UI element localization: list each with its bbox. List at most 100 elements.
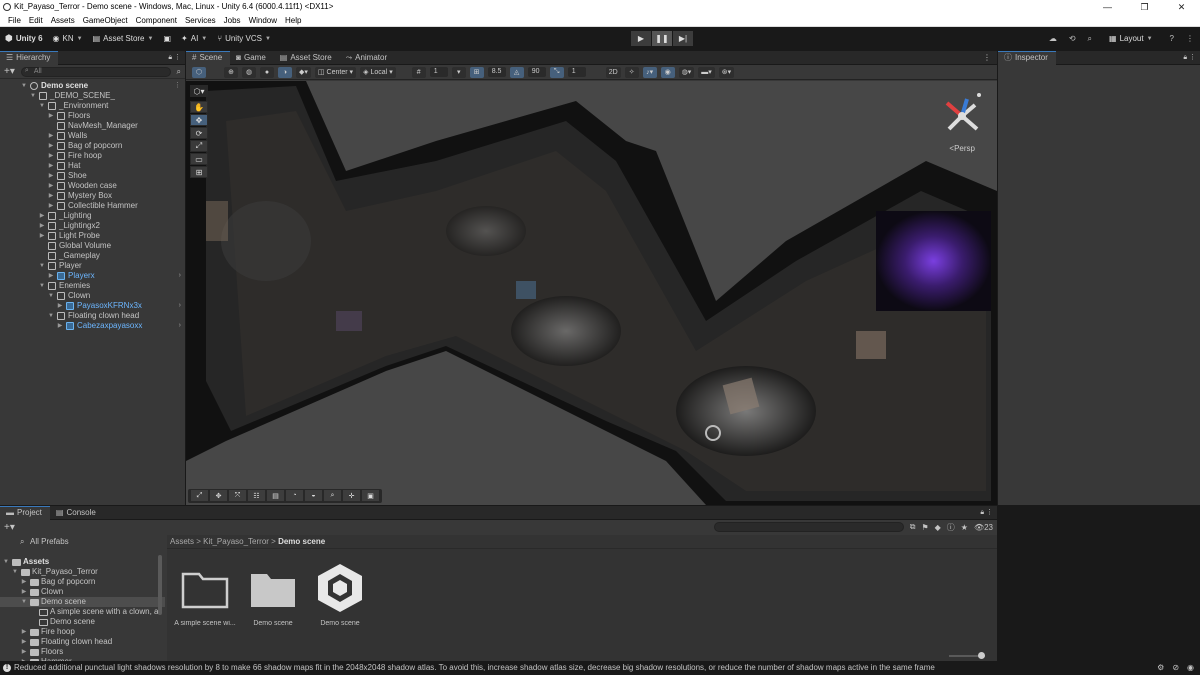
shading-wire-icon[interactable]: ◍ [242,66,256,78]
hierarchy-row[interactable]: ▶ Bag of popcorn [0,141,185,151]
asset-store-dropdown[interactable]: ▤ Asset Store ▼ [88,31,159,46]
account-dropdown[interactable]: ◉ KN ▼ [48,31,88,46]
hierarchy-row[interactable]: ▶ Hat [0,161,185,171]
hierarchy-row[interactable]: ▶ Collectible Hammer [0,201,185,211]
menu-assets[interactable]: Assets [47,14,79,26]
breadcrumb-current[interactable]: Demo scene [278,537,325,546]
tab-game[interactable]: ◙ Game [230,51,274,65]
step-button[interactable]: ▶| [673,31,693,46]
hierarchy-row[interactable]: Global Volume [0,241,185,251]
play-button[interactable]: ▶ [631,31,651,46]
chevron-right-icon[interactable]: ▶ [47,141,55,151]
scene-tool-cube-icon[interactable]: ⬡ [192,66,206,78]
hierarchy-search-input[interactable]: All [20,66,171,77]
shading-lit-icon[interactable]: ◑ [278,66,292,78]
grid-dropdown-icon[interactable]: ▾ [451,66,466,78]
unity-version-button[interactable]: ⬢ Unity 6 [0,31,48,46]
chevron-right-icon[interactable]: ▶ [20,577,28,587]
chevron-down-icon[interactable]: ▼ [38,261,46,271]
overlay-tool-4-icon[interactable]: ☷ [248,490,265,501]
vcs-dropdown[interactable]: ⑂ Unity VCS ▼ [212,31,276,46]
hierarchy-row[interactable]: ▶ Walls [0,131,185,141]
menu-jobs[interactable]: Jobs [220,14,245,26]
project-tree-row[interactable]: ▶ Clown [0,587,165,597]
search-icon[interactable]: ⌕ [1088,34,1092,44]
rotate-snap-icon[interactable]: ◬ [509,66,524,78]
more-icon[interactable]: ⋮ [174,81,181,91]
chevron-down-icon[interactable]: ▼ [20,81,28,91]
orientation-toggle-icon[interactable]: ⬡▾ [190,85,208,97]
tab-animator[interactable]: ⤳ Animator [340,51,395,65]
snap-increment-icon[interactable]: ⊞ [469,66,484,78]
effects-icon[interactable]: ◍▾ [678,66,695,78]
tree-scrollbar[interactable] [158,555,162,615]
orientation-gizmo[interactable] [937,91,987,151]
scale-snap-icon[interactable]: ⤡ [549,66,564,78]
chevron-down-icon[interactable]: ▼ [20,597,28,607]
overlay-tool-6-icon[interactable]: ◔ [286,490,303,501]
chevron-right-icon[interactable]: ▶ [20,637,28,647]
search-filter-icon[interactable]: ⌕ [177,67,181,77]
space-local-dropdown[interactable]: ◈ Local ▾ [360,66,396,78]
chevron-right-icon[interactable]: ▶ [38,231,46,241]
chevron-right-icon[interactable]: ▶ [47,201,55,211]
breadcrumb-assets[interactable]: Assets [170,537,194,546]
hand-tool-icon[interactable]: ✋ [190,101,208,113]
status-bar[interactable]: ! Reduced additional punctual light shad… [0,661,1200,675]
history-icon[interactable]: ⟲ [1069,34,1076,43]
hierarchy-row[interactable]: ▶ Shoe [0,171,185,181]
asset-scene-demo-scene[interactable]: Demo scene [305,562,375,627]
overlay-tool-2-icon[interactable]: ✥ [210,490,227,501]
menu-window[interactable]: Window [245,14,281,26]
help-icon[interactable]: ? [1170,34,1174,43]
hierarchy-row[interactable]: ▶ PayasoxKFRNx3x › [0,301,185,311]
cloud-icon[interactable]: ☁ [1049,34,1057,43]
snap-value-field[interactable]: 8.5 [487,67,506,77]
chevron-down-icon[interactable]: ▼ [11,567,19,577]
2d-toggle[interactable]: 2D [605,66,621,78]
menu-edit[interactable]: Edit [25,14,47,26]
lighting-toggle-icon[interactable]: ✧ [624,66,639,78]
tab-hierarchy[interactable]: ☰ Hierarchy [0,50,59,65]
hierarchy-row[interactable]: ▶ _Lightingx2 [0,221,185,231]
chevron-right-icon[interactable]: ▶ [56,301,64,311]
project-tree-row[interactable]: ▼ Kit_Payaso_Terror [0,567,165,577]
menu-component[interactable]: Component [132,14,181,26]
hierarchy-row[interactable]: ▶ Cabezaxpayasoxx › [0,321,185,331]
chevron-right-icon[interactable]: ▶ [47,181,55,191]
hierarchy-row[interactable]: ▶ Light Probe [0,231,185,241]
chevron-right-icon[interactable]: ▶ [20,627,28,637]
camera-icon[interactable]: ▬▾ [698,66,715,78]
gizmos-icon[interactable]: ⊛▾ [718,66,735,78]
global-icon[interactable]: ⊕ [224,66,238,78]
scale-snap-field[interactable]: 1 [567,67,586,77]
tab-asset-store[interactable]: ▤ Asset Store [274,51,340,65]
overlay-tool-7-icon[interactable]: ◒ [305,490,322,501]
hierarchy-row[interactable]: ▶ Fire hoop [0,151,185,161]
tag-icon[interactable]: ◆ [935,523,941,532]
debug-icon[interactable]: ⚙ [1157,661,1164,675]
more-icon[interactable]: ⋮ [983,53,997,62]
slider-handle[interactable] [978,652,985,659]
tab-project[interactable]: ▬ Project [0,505,50,520]
rect-tool-icon[interactable]: ▭ [190,153,208,165]
breadcrumb-kit[interactable]: Kit_Payaso_Terror [203,537,269,546]
info-icon[interactable]: ⓘ [947,522,955,533]
project-tree-row[interactable]: Demo scene [0,617,165,627]
shading-solid-icon[interactable]: ● [260,66,274,78]
project-tree-row[interactable]: ▶ Floating clown head [0,637,165,647]
create-add-icon[interactable]: +▾ [4,522,15,533]
ai-dropdown[interactable]: ✦ AI ▼ [176,31,212,46]
chevron-down-icon[interactable]: ▼ [2,557,10,567]
chevron-right-icon[interactable]: ▶ [47,191,55,201]
hierarchy-row[interactable]: ▼ Floating clown head [0,311,185,321]
overlay-tool-3-icon[interactable]: ⤧ [229,490,246,501]
lock-icon[interactable]: 🔒︎ ⋮ [1183,53,1200,62]
chevron-right-icon[interactable]: ▶ [20,587,28,597]
layout-dropdown[interactable]: ▦ Layout ▼ [1104,31,1158,46]
chevron-right-icon[interactable]: ▶ [38,221,46,231]
maximize-button[interactable]: ❐ [1126,0,1163,14]
filter-type-icon[interactable]: ⧉ [910,522,916,532]
project-tree-row[interactable]: A simple scene with a clown, a [0,607,165,617]
perspective-label[interactable]: <Persp [949,144,975,153]
